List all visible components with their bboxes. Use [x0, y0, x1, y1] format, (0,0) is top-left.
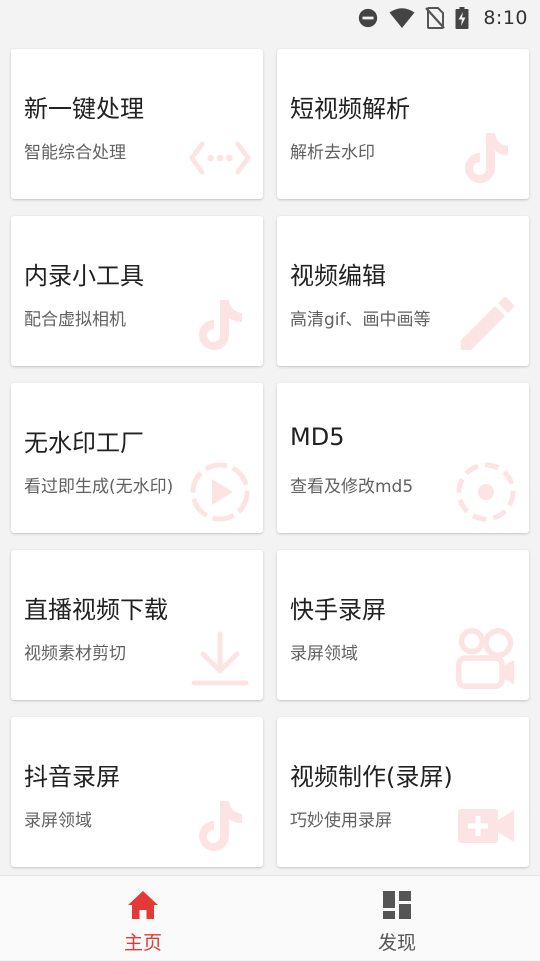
- nav-item-home[interactable]: 主页: [8, 876, 278, 961]
- code-arrows-icon: [189, 127, 251, 189]
- card-one-click-process[interactable]: 新一键处理 智能综合处理: [11, 49, 263, 199]
- download-icon: [189, 628, 251, 690]
- card-subtitle: 录屏领域: [290, 644, 358, 664]
- kuaishou-icon: [455, 628, 517, 690]
- card-video-edit[interactable]: 视频编辑 高清gif、画中画等: [277, 216, 529, 366]
- card-subtitle: 高清gif、画中画等: [290, 310, 431, 330]
- tool-grid: 新一键处理 智能综合处理 短视频解析 解析去水印 内录小工具 配合虚拟相机 视频…: [0, 0, 540, 875]
- card-kuaishou-record[interactable]: 快手录屏 录屏领域: [277, 550, 529, 700]
- nav-item-discover[interactable]: 发现: [262, 876, 532, 961]
- card-subtitle: 查看及修改md5: [290, 477, 414, 497]
- card-subtitle: 智能综合处理: [24, 143, 126, 163]
- card-title: 视频制作(录屏): [290, 763, 453, 791]
- card-subtitle: 看过即生成(无水印): [24, 477, 174, 497]
- video-add-icon: [455, 795, 517, 857]
- pencil-icon: [455, 294, 517, 356]
- tiktok-icon: [189, 294, 251, 356]
- card-title: 快手录屏: [290, 596, 386, 624]
- card-subtitle: 视频素材剪切: [24, 644, 126, 664]
- card-no-watermark-factory[interactable]: 无水印工厂 看过即生成(无水印): [11, 383, 263, 533]
- card-video-make-record[interactable]: 视频制作(录屏) 巧妙使用录屏: [277, 717, 529, 867]
- card-title: 内录小工具: [24, 262, 144, 290]
- nav-label: 发现: [377, 932, 416, 954]
- card-title: 抖音录屏: [24, 763, 120, 791]
- card-live-video-download[interactable]: 直播视频下载 视频素材剪切: [11, 550, 263, 700]
- card-title: 直播视频下载: [24, 596, 168, 624]
- target-circle-icon: [455, 461, 517, 523]
- card-internal-recorder[interactable]: 内录小工具 配合虚拟相机: [11, 216, 263, 366]
- card-douyin-record[interactable]: 抖音录屏 录屏领域: [11, 717, 263, 867]
- bottom-nav: 主页 发现: [0, 875, 540, 960]
- card-title: 短视频解析: [290, 95, 410, 123]
- card-short-video-parse[interactable]: 短视频解析 解析去水印: [277, 49, 529, 199]
- card-subtitle: 配合虚拟相机: [24, 310, 126, 330]
- play-circle-icon: [189, 461, 251, 523]
- home-icon: [126, 888, 160, 922]
- card-title: MD5: [290, 423, 345, 451]
- card-title: 视频编辑: [290, 262, 386, 290]
- dashboard-icon: [380, 888, 414, 922]
- card-subtitle: 解析去水印: [290, 143, 375, 163]
- tiktok-icon: [189, 795, 251, 857]
- nav-label: 主页: [123, 932, 162, 954]
- card-title: 无水印工厂: [24, 429, 144, 457]
- card-md5[interactable]: MD5 查看及修改md5: [277, 383, 529, 533]
- card-title: 新一键处理: [24, 95, 144, 123]
- card-subtitle: 录屏领域: [24, 811, 92, 831]
- card-subtitle: 巧妙使用录屏: [290, 811, 392, 831]
- tiktok-icon: [455, 127, 517, 189]
